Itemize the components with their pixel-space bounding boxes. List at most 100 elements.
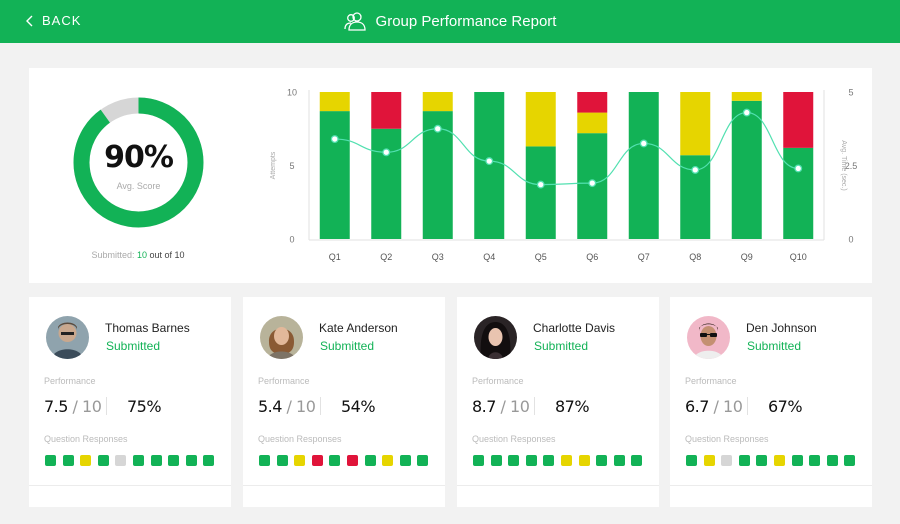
response-square-green[interactable] xyxy=(791,455,803,466)
response-square-yellow[interactable] xyxy=(773,455,785,466)
response-square-green[interactable] xyxy=(631,455,643,466)
status-link[interactable]: Submitted xyxy=(320,339,374,353)
bar-segment-wrong xyxy=(577,92,608,113)
bar-segment-correct xyxy=(474,92,505,239)
score-denominator: / 10 xyxy=(713,397,743,416)
divider xyxy=(534,397,535,415)
avg-score-value: 90% xyxy=(104,140,174,175)
bar-segment-partial xyxy=(577,112,608,134)
avatar xyxy=(474,316,517,359)
status-link[interactable]: Submitted xyxy=(534,339,588,353)
x-tick-label: Q5 xyxy=(535,252,547,262)
bar-segment-wrong xyxy=(371,92,402,129)
response-squares xyxy=(45,455,221,466)
response-square-yellow[interactable] xyxy=(294,455,306,466)
response-square-yellow[interactable] xyxy=(560,455,572,466)
bar-segment-correct xyxy=(371,128,402,239)
y-tick-label: 0 xyxy=(289,235,294,245)
student-card[interactable]: Charlotte Davis Submitted Performance 8.… xyxy=(457,297,659,507)
x-tick-label: Q9 xyxy=(741,252,753,262)
avg-time-point xyxy=(742,108,751,117)
percent-value: 87% xyxy=(555,397,590,416)
response-square-green[interactable] xyxy=(132,455,144,466)
header-bar: BACK Group Performance Report xyxy=(0,0,900,43)
bar-segment-correct xyxy=(319,111,350,239)
status-link[interactable]: Submitted xyxy=(106,339,160,353)
response-square-green[interactable] xyxy=(45,455,56,466)
response-square-green[interactable] xyxy=(525,455,537,466)
response-square-green[interactable] xyxy=(259,455,270,466)
response-square-green[interactable] xyxy=(613,455,625,466)
response-square-green[interactable] xyxy=(185,455,197,466)
bar-segment-partial xyxy=(680,92,711,156)
response-square-green[interactable] xyxy=(686,455,697,466)
response-square-green[interactable] xyxy=(150,455,162,466)
response-square-green[interactable] xyxy=(473,455,484,466)
percent-value: 67% xyxy=(768,397,803,416)
avg-time-point xyxy=(691,165,700,174)
performance-label: Performance xyxy=(258,376,310,386)
attempts-bar-chart: 051002.55Attempts Avg. Time (sec.)Q1 Q2 Q3 Q… xyxy=(270,88,857,263)
response-square-green[interactable] xyxy=(809,455,821,466)
response-square-green[interactable] xyxy=(203,455,215,466)
x-tick-label: Q7 xyxy=(638,252,650,262)
responses-label: Question Responses xyxy=(44,434,128,444)
percent-value: 54% xyxy=(341,397,376,416)
response-square-green[interactable] xyxy=(826,455,838,466)
y-axis-label: Attempts xyxy=(270,151,277,179)
response-square-red[interactable] xyxy=(311,455,323,466)
bar-segment-partial xyxy=(731,92,762,101)
response-square-green[interactable] xyxy=(62,455,74,466)
bar-segment-correct xyxy=(525,146,556,239)
avg-time-point xyxy=(588,179,597,188)
avg-time-point xyxy=(433,124,442,133)
response-square-yellow[interactable] xyxy=(703,455,715,466)
response-square-yellow[interactable] xyxy=(578,455,590,466)
avg-time-point xyxy=(485,157,494,166)
response-square-red[interactable] xyxy=(346,455,358,466)
response-square-green[interactable] xyxy=(329,455,341,466)
divider xyxy=(747,397,748,415)
student-card[interactable]: Den Johnson Submitted Performance 6.7 / … xyxy=(670,297,872,507)
response-square-green[interactable] xyxy=(168,455,180,466)
submitted-count: 10 xyxy=(136,250,147,260)
response-square-yellow[interactable] xyxy=(80,455,92,466)
response-square-gray[interactable] xyxy=(115,455,127,466)
performance-label: Performance xyxy=(44,376,96,386)
responses-label: Question Responses xyxy=(258,434,342,444)
response-square-green[interactable] xyxy=(399,455,411,466)
student-card[interactable]: Kate Anderson Submitted Performance 5.4 … xyxy=(243,297,445,507)
response-square-green[interactable] xyxy=(417,455,429,466)
response-square-green[interactable] xyxy=(756,455,768,466)
status-link[interactable]: Submitted xyxy=(747,339,801,353)
header-title-group: Group Performance Report xyxy=(0,11,900,31)
avatar xyxy=(46,316,89,359)
score-value: 7.5 / 10 xyxy=(44,397,102,416)
response-square-green[interactable] xyxy=(844,455,856,466)
response-square-gray[interactable] xyxy=(721,455,733,466)
response-square-green[interactable] xyxy=(543,455,555,466)
bar-segment-correct xyxy=(783,147,814,239)
bar-segment-partial xyxy=(422,92,453,112)
response-square-green[interactable] xyxy=(490,455,502,466)
avg-time-point xyxy=(382,148,391,157)
response-square-green[interactable] xyxy=(596,455,608,466)
avatar xyxy=(687,316,730,359)
card-footer xyxy=(243,485,445,507)
student-name: Charlotte Davis xyxy=(533,321,616,335)
avatar xyxy=(260,316,303,359)
avg-time-point xyxy=(794,164,803,173)
response-square-green[interactable] xyxy=(364,455,376,466)
response-square-green[interactable] xyxy=(97,455,109,466)
response-square-green[interactable] xyxy=(738,455,750,466)
score-value: 6.7 / 10 xyxy=(685,397,743,416)
response-square-yellow[interactable] xyxy=(382,455,394,466)
response-square-green[interactable] xyxy=(508,455,520,466)
score-value: 5.4 / 10 xyxy=(258,397,316,416)
bar-segment-correct xyxy=(628,92,659,239)
student-name: Thomas Barnes xyxy=(105,321,190,335)
response-square-green[interactable] xyxy=(276,455,288,466)
percent-value: 75% xyxy=(127,397,162,416)
student-card[interactable]: Thomas Barnes Submitted Performance 7.5 … xyxy=(29,297,231,507)
card-footer xyxy=(457,485,659,507)
